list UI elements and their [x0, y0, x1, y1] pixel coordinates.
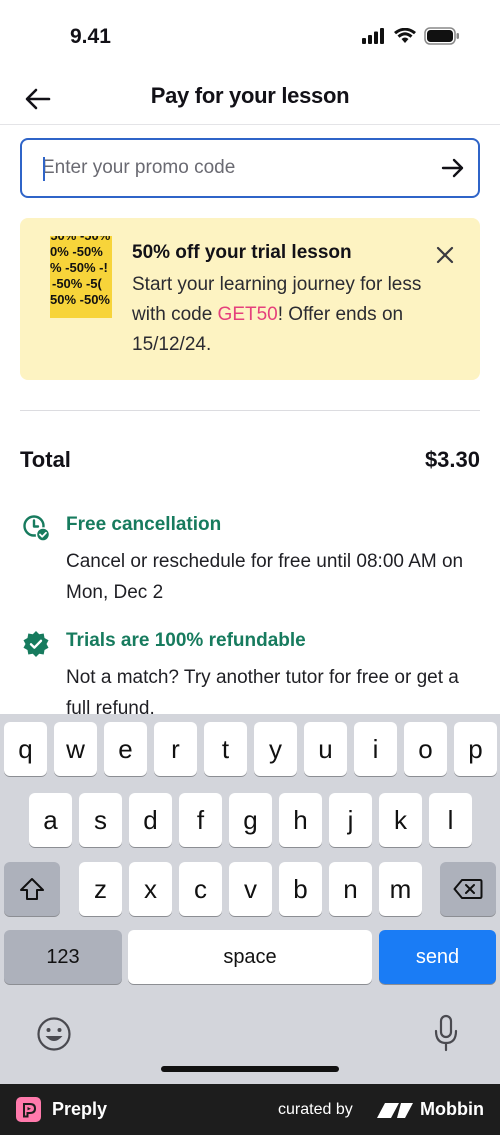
key-z[interactable]: z [79, 862, 122, 916]
key-d[interactable]: d [129, 793, 172, 847]
feature-title: Free cancellation [66, 514, 222, 535]
on-screen-keyboard: q w e r t y u i o p a s d f g h j k l z … [0, 714, 500, 1084]
microphone-icon [434, 1014, 458, 1052]
signal-icon [362, 28, 384, 44]
apply-promo-button[interactable] [428, 140, 478, 196]
key-p[interactable]: p [454, 722, 497, 776]
key-g[interactable]: g [229, 793, 272, 847]
discount-image: -50% -50% 0% -50% % -50% -! -50% -5( 50%… [50, 236, 112, 318]
key-n[interactable]: n [329, 862, 372, 916]
refundable-section: Trials are 100% refundable Not a match? … [20, 630, 480, 720]
feature-body: Cancel or reschedule for free until 08:0… [66, 551, 464, 603]
status-time: 9.41 [70, 25, 111, 48]
page-title: Pay for your lesson [150, 83, 350, 108]
feature-title: Trials are 100% refundable [66, 630, 306, 651]
discount-image-text: -50% -5( [52, 276, 102, 291]
key-x[interactable]: x [129, 862, 172, 916]
key-s[interactable]: s [79, 793, 122, 847]
status-bar: 9.41 [0, 0, 500, 75]
promo-banner: -50% -50% 0% -50% % -50% -! -50% -5( 50%… [20, 218, 480, 380]
discount-image-text: % -50% -! [50, 260, 108, 275]
key-q[interactable]: q [4, 722, 47, 776]
key-r[interactable]: r [154, 722, 197, 776]
arrow-right-icon [441, 158, 464, 178]
backspace-icon [453, 879, 483, 899]
discount-image-text: 50% -50% [50, 292, 110, 307]
preply-logo [16, 1097, 41, 1122]
total-value: $3.30 [424, 447, 480, 472]
shift-icon [20, 878, 44, 900]
emoji-icon [37, 1017, 71, 1051]
status-icons [362, 27, 460, 45]
shield-check-icon [23, 631, 49, 657]
discount-image-text: 0% -50% [50, 244, 103, 259]
key-j[interactable]: j [329, 793, 372, 847]
close-icon [436, 246, 454, 264]
wifi-icon [394, 28, 416, 43]
total-label: Total [20, 447, 71, 472]
curated-by-label: curated by [278, 1101, 353, 1118]
key-o[interactable]: o [404, 722, 447, 776]
key-e[interactable]: e [104, 722, 147, 776]
dictation-key[interactable] [426, 1012, 466, 1054]
free-cancellation-section: Free cancellation Cancel or reschedule f… [20, 514, 480, 604]
backspace-key[interactable] [440, 862, 496, 916]
key-i[interactable]: i [354, 722, 397, 776]
nav-header: Pay for your lesson [0, 75, 500, 125]
key-v[interactable]: v [229, 862, 272, 916]
clock-check-icon [23, 515, 50, 542]
key-y[interactable]: y [254, 722, 297, 776]
promo-code-field[interactable] [20, 138, 480, 198]
attribution-footer: Preply curated by Mobbin [0, 1084, 500, 1135]
mobbin-logo-icon [377, 1103, 413, 1118]
send-key[interactable]: send [379, 930, 496, 984]
key-a[interactable]: a [29, 793, 72, 847]
key-m[interactable]: m [379, 862, 422, 916]
banner-body: Start your learning journey for less wit… [132, 270, 422, 360]
promo-code-input[interactable] [22, 140, 428, 196]
curator-name: Mobbin [420, 1099, 484, 1119]
shift-key[interactable] [4, 862, 60, 916]
banner-title: 50% off your trial lesson [132, 242, 352, 263]
home-indicator [161, 1066, 339, 1072]
divider [20, 410, 480, 411]
numbers-key[interactable]: 123 [4, 930, 122, 984]
key-u[interactable]: u [304, 722, 347, 776]
key-w[interactable]: w [54, 722, 97, 776]
key-c[interactable]: c [179, 862, 222, 916]
key-h[interactable]: h [279, 793, 322, 847]
battery-icon [424, 27, 459, 45]
key-k[interactable]: k [379, 793, 422, 847]
discount-image-text: -50% -50% [50, 236, 112, 244]
key-f[interactable]: f [179, 793, 222, 847]
space-key[interactable]: space [128, 930, 372, 984]
key-t[interactable]: t [204, 722, 247, 776]
text-caret [43, 157, 45, 181]
close-banner-button[interactable] [432, 242, 458, 268]
emoji-key[interactable] [34, 1014, 74, 1054]
feature-body: Not a match? Try another tutor for free … [66, 667, 459, 719]
key-l[interactable]: l [429, 793, 472, 847]
brand-name: Preply [52, 1099, 108, 1119]
promo-code-highlight: GET50 [217, 304, 278, 325]
preply-logo-icon [22, 1102, 36, 1117]
key-b[interactable]: b [279, 862, 322, 916]
